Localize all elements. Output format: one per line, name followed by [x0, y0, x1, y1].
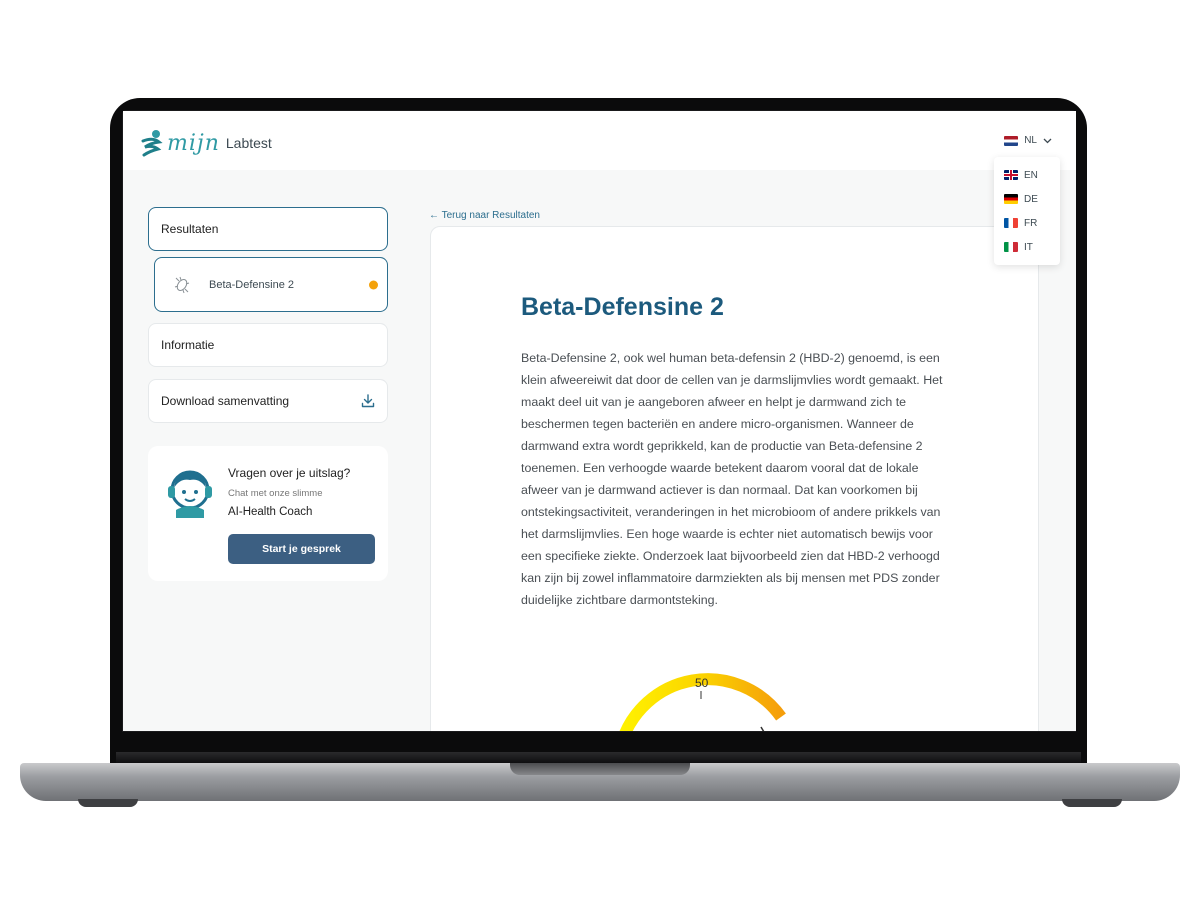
sidebar-item-label: Download samenvatting	[161, 394, 290, 408]
laptop-foot-right	[1062, 799, 1122, 807]
laptop-hinge	[116, 752, 1081, 763]
uk-flag-icon	[1004, 170, 1018, 180]
laptop-mockup: mijn Labtest NL EN DE FR IT Resultaten B…	[0, 0, 1200, 906]
status-dot	[369, 280, 378, 289]
description-text: Beta-Defensine 2, ook wel human beta-def…	[521, 351, 943, 607]
language-current-label: NL	[1024, 135, 1037, 146]
sidebar-item-results[interactable]: Resultaten	[148, 207, 388, 251]
sidebar-item-label: Beta-Defensine 2	[209, 278, 294, 291]
gauge-label: 50	[695, 676, 709, 690]
language-option-label: DE	[1024, 193, 1038, 205]
download-icon	[361, 394, 375, 408]
france-flag-icon	[1004, 218, 1018, 228]
laptop-foot-left	[78, 799, 138, 807]
download-summary-button[interactable]: Download samenvatting	[148, 379, 388, 423]
language-option-label: IT	[1024, 241, 1033, 253]
logo-icon	[141, 130, 163, 157]
bacteria-icon	[174, 276, 190, 293]
top-bar: mijn Labtest NL	[123, 111, 1076, 170]
language-option-label: FR	[1024, 217, 1038, 229]
result-gauge: 50	[619, 673, 786, 731]
germany-flag-icon	[1004, 194, 1018, 204]
page-title: Beta-Defensine 2	[521, 293, 724, 321]
italy-flag-icon	[1004, 242, 1018, 252]
netherlands-flag-icon	[1004, 135, 1019, 146]
laptop-notch	[510, 763, 690, 775]
language-selector[interactable]: NL	[1004, 135, 1052, 146]
sidebar-item-label: Informatie	[161, 338, 215, 352]
coach-name: AI-Health Coach	[228, 506, 313, 518]
language-option-de[interactable]: DE	[994, 187, 1060, 211]
content-card: Beta-Defensine 2 Beta-Defensine 2, ook w…	[430, 226, 1039, 731]
ai-coach-card: Vragen over je uitslag? Chat met onze sl…	[148, 446, 388, 581]
sidebar-item-information[interactable]: Informatie	[148, 323, 388, 367]
coach-title: Vragen over je uitslag?	[228, 466, 351, 480]
app-screen: mijn Labtest NL EN DE FR IT Resultaten B…	[123, 111, 1076, 731]
chevron-down-icon	[1043, 138, 1052, 143]
logo-text: Labtest	[225, 135, 272, 151]
logo[interactable]: mijn Labtest	[141, 129, 272, 157]
language-option-en[interactable]: EN	[994, 163, 1060, 187]
language-option-it[interactable]: IT	[994, 235, 1060, 259]
sidebar-item-beta-defensine[interactable]: Beta-Defensine 2	[154, 257, 388, 312]
back-to-results-link[interactable]: ← Terug naar Resultaten	[429, 210, 540, 221]
logo-script: mijn	[167, 130, 220, 156]
coach-avatar-icon	[168, 470, 212, 518]
language-option-label: EN	[1024, 169, 1038, 181]
start-chat-button[interactable]: Start je gesprek	[228, 534, 375, 564]
coach-subtitle: Chat met onze slimme	[228, 488, 323, 499]
sidebar-item-label: Resultaten	[161, 222, 219, 236]
language-option-fr[interactable]: FR	[994, 211, 1060, 235]
language-dropdown: EN DE FR IT	[994, 157, 1060, 265]
